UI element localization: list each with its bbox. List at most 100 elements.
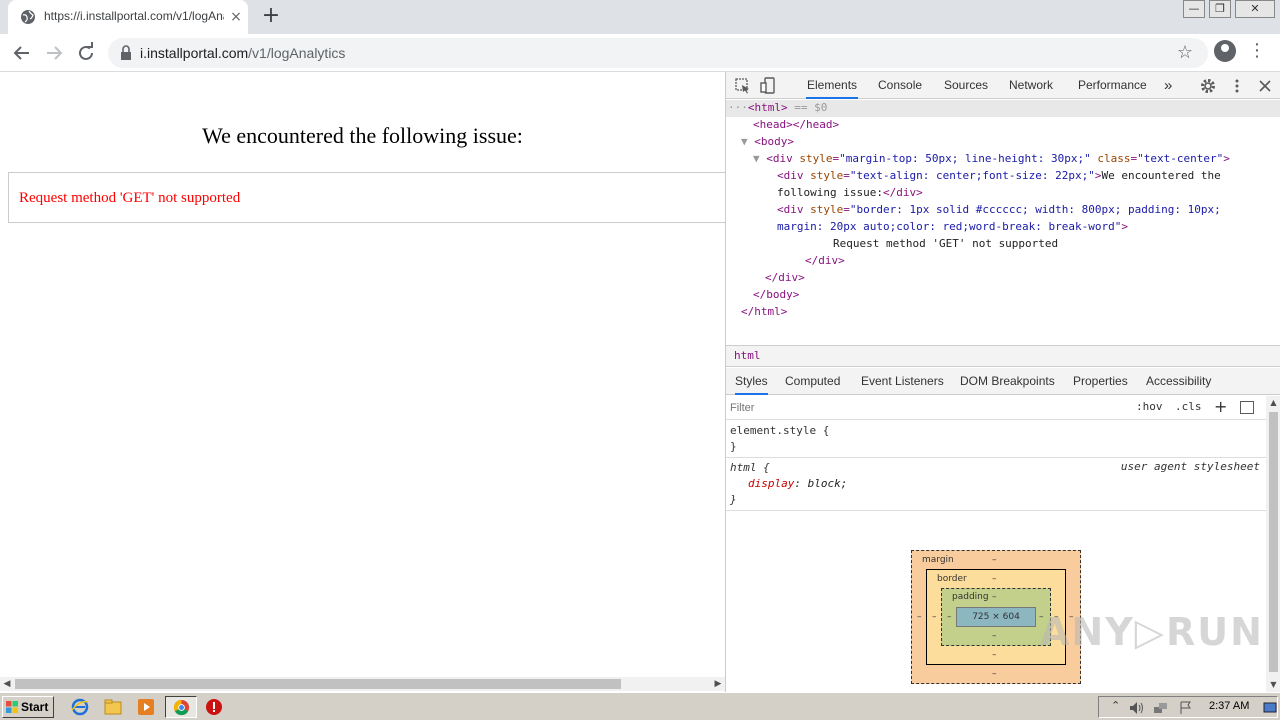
inspect-element-icon[interactable] [734, 77, 752, 95]
dom-node-div3-text[interactable]: Request method 'GET' not supported [833, 236, 1058, 253]
gear-icon[interactable] [1199, 77, 1217, 95]
url-text: i.installportal.com/v1/logAnalytics [140, 45, 345, 61]
box-model-content[interactable]: 725 × 604 [956, 607, 1036, 627]
folder-icon[interactable] [104, 698, 122, 716]
start-button[interactable]: Start [2, 696, 54, 718]
minimize-button[interactable]: — [1183, 0, 1205, 18]
dom-node-body-close[interactable]: </body> [753, 287, 799, 304]
html-ua-rule[interactable]: html { user agent stylesheet display: bl… [726, 459, 1266, 511]
dom-text: Request method 'GET' not supported [833, 237, 1059, 250]
scroll-up-icon[interactable]: ▲ [1266, 396, 1280, 410]
volume-icon[interactable] [1129, 701, 1145, 715]
border-top-value[interactable]: – [992, 574, 997, 584]
close-window-button[interactable]: ✕ [1235, 0, 1275, 18]
profile-avatar-icon[interactable] [1214, 40, 1236, 62]
hover-state-toggle[interactable]: :hov [1136, 400, 1163, 413]
tab-event-listeners[interactable]: Event Listeners [861, 368, 944, 395]
class-toggle[interactable]: .cls [1175, 400, 1202, 413]
styles-filter-input[interactable] [730, 399, 1125, 417]
border-bottom-value[interactable]: – [992, 650, 997, 660]
new-rule-button[interactable]: + [1214, 397, 1227, 416]
browser-toolbar: i.installportal.com/v1/logAnalytics ☆ [0, 34, 1280, 72]
dom-node-html-close[interactable]: </html> [741, 304, 787, 321]
toggle-sidebar-icon[interactable] [1240, 401, 1254, 414]
tab-properties[interactable]: Properties [1073, 368, 1128, 395]
globe-icon [21, 10, 35, 24]
internet-explorer-icon[interactable] [71, 698, 89, 716]
scrollbar-thumb[interactable] [15, 679, 621, 689]
bookmark-star-icon[interactable]: ☆ [1175, 43, 1195, 63]
media-player-icon[interactable] [137, 698, 155, 716]
tab-elements[interactable]: Elements [806, 72, 859, 99]
show-desktop-icon[interactable] [1263, 702, 1277, 714]
tray-expand-icon[interactable]: ⌃ [1111, 699, 1120, 712]
element-style-rule[interactable]: element.style { } [726, 421, 1266, 458]
breadcrumb: html [726, 345, 1280, 367]
action-center-flag-icon[interactable] [1179, 701, 1193, 715]
dom-node-div3-close[interactable]: </div> [805, 253, 845, 270]
dom-node-div2-cont[interactable]: following issue:</div> [777, 185, 923, 202]
dom-tag: <head></head> [753, 118, 840, 131]
ellipsis-icon: ··· [728, 101, 748, 114]
more-tabs-icon[interactable]: » [1164, 72, 1172, 99]
dom-node-div2[interactable]: <div style="text-align: center;font-size… [777, 168, 1221, 185]
tab-styles[interactable]: Styles [735, 368, 768, 395]
tab-accessibility[interactable]: Accessibility [1146, 368, 1211, 395]
dom-node-div1-close[interactable]: </div> [765, 270, 805, 287]
browser-tab[interactable]: https://i.installportal.com/v1/logAna × [8, 0, 248, 34]
tab-computed[interactable]: Computed [785, 368, 840, 395]
reload-button[interactable] [73, 40, 99, 66]
dom-node-body[interactable]: ▼ <body> [741, 134, 794, 151]
breadcrumb-html[interactable]: html [734, 349, 761, 362]
scroll-down-icon[interactable]: ▼ [1266, 678, 1280, 692]
dom-node-html[interactable]: ···<html> == $0 [728, 100, 827, 117]
page-horizontal-scrollbar[interactable]: ◀ ▶ [0, 677, 725, 691]
dom-node-div3[interactable]: <div style="border: 1px solid #cccccc; w… [777, 202, 1221, 219]
dom-tag: <html> [747, 101, 788, 114]
dom-node-head[interactable]: <head></head> [753, 117, 839, 134]
expand-triangle-icon[interactable]: ▼ [741, 135, 754, 148]
scroll-left-icon[interactable]: ◀ [0, 677, 14, 691]
margin-bottom-value[interactable]: – [992, 669, 997, 679]
more-options-icon[interactable] [1228, 77, 1246, 95]
forward-button[interactable] [41, 40, 67, 66]
padding-left-value[interactable]: – [947, 612, 952, 622]
border-left-value[interactable]: – [932, 612, 937, 622]
taskbar-chrome-button[interactable] [165, 696, 197, 718]
dom-node-div1[interactable]: ▼ <div style="margin-top: 50px; line-hei… [753, 151, 1230, 168]
tab-performance[interactable]: Performance [1078, 72, 1147, 99]
scrollbar-thumb[interactable] [1269, 412, 1278, 672]
css-property[interactable]: display [748, 477, 794, 490]
maximize-icon: ❐ [1215, 2, 1225, 15]
tab-sources[interactable]: Sources [944, 72, 988, 99]
stop-sign-icon[interactable] [205, 698, 223, 716]
network-icon[interactable] [1153, 701, 1169, 715]
dom-attr-value: margin: 20px auto;color: red;word-break:… [777, 220, 1122, 233]
expand-triangle-icon[interactable]: ▼ [753, 152, 766, 165]
close-icon: ✕ [1250, 2, 1260, 15]
maximize-button[interactable]: ❐ [1209, 0, 1231, 18]
tab-network[interactable]: Network [1009, 72, 1053, 99]
tab-close-icon[interactable]: × [228, 9, 244, 25]
margin-left-value[interactable]: – [917, 612, 922, 622]
new-tab-button[interactable]: + [259, 5, 283, 29]
device-toolbar-icon[interactable] [760, 77, 778, 95]
tab-title: https://i.installportal.com/v1/logAna [44, 9, 224, 23]
arrow-left-icon [13, 46, 29, 60]
border-label: border [937, 574, 967, 584]
tab-console[interactable]: Console [878, 72, 922, 99]
css-value[interactable]: block; [808, 477, 848, 490]
browser-menu-icon[interactable]: ⋮ [1248, 42, 1266, 62]
styles-vertical-scrollbar[interactable]: ▲ ▼ [1266, 396, 1280, 692]
scroll-right-icon[interactable]: ▶ [711, 677, 725, 691]
close-devtools-icon[interactable] [1256, 77, 1274, 95]
padding-top-value[interactable]: – [992, 592, 997, 602]
dom-node-div3-cont[interactable]: margin: 20px auto;color: red;word-break:… [777, 219, 1128, 236]
margin-top-value[interactable]: – [992, 555, 997, 565]
address-bar[interactable]: i.installportal.com/v1/logAnalytics [108, 38, 1208, 68]
arrow-right-icon [47, 46, 63, 60]
lock-icon[interactable] [120, 45, 132, 61]
tab-dom-breakpoints[interactable]: DOM Breakpoints [960, 368, 1055, 395]
padding-bottom-value[interactable]: – [992, 631, 997, 641]
back-button[interactable] [9, 40, 35, 66]
